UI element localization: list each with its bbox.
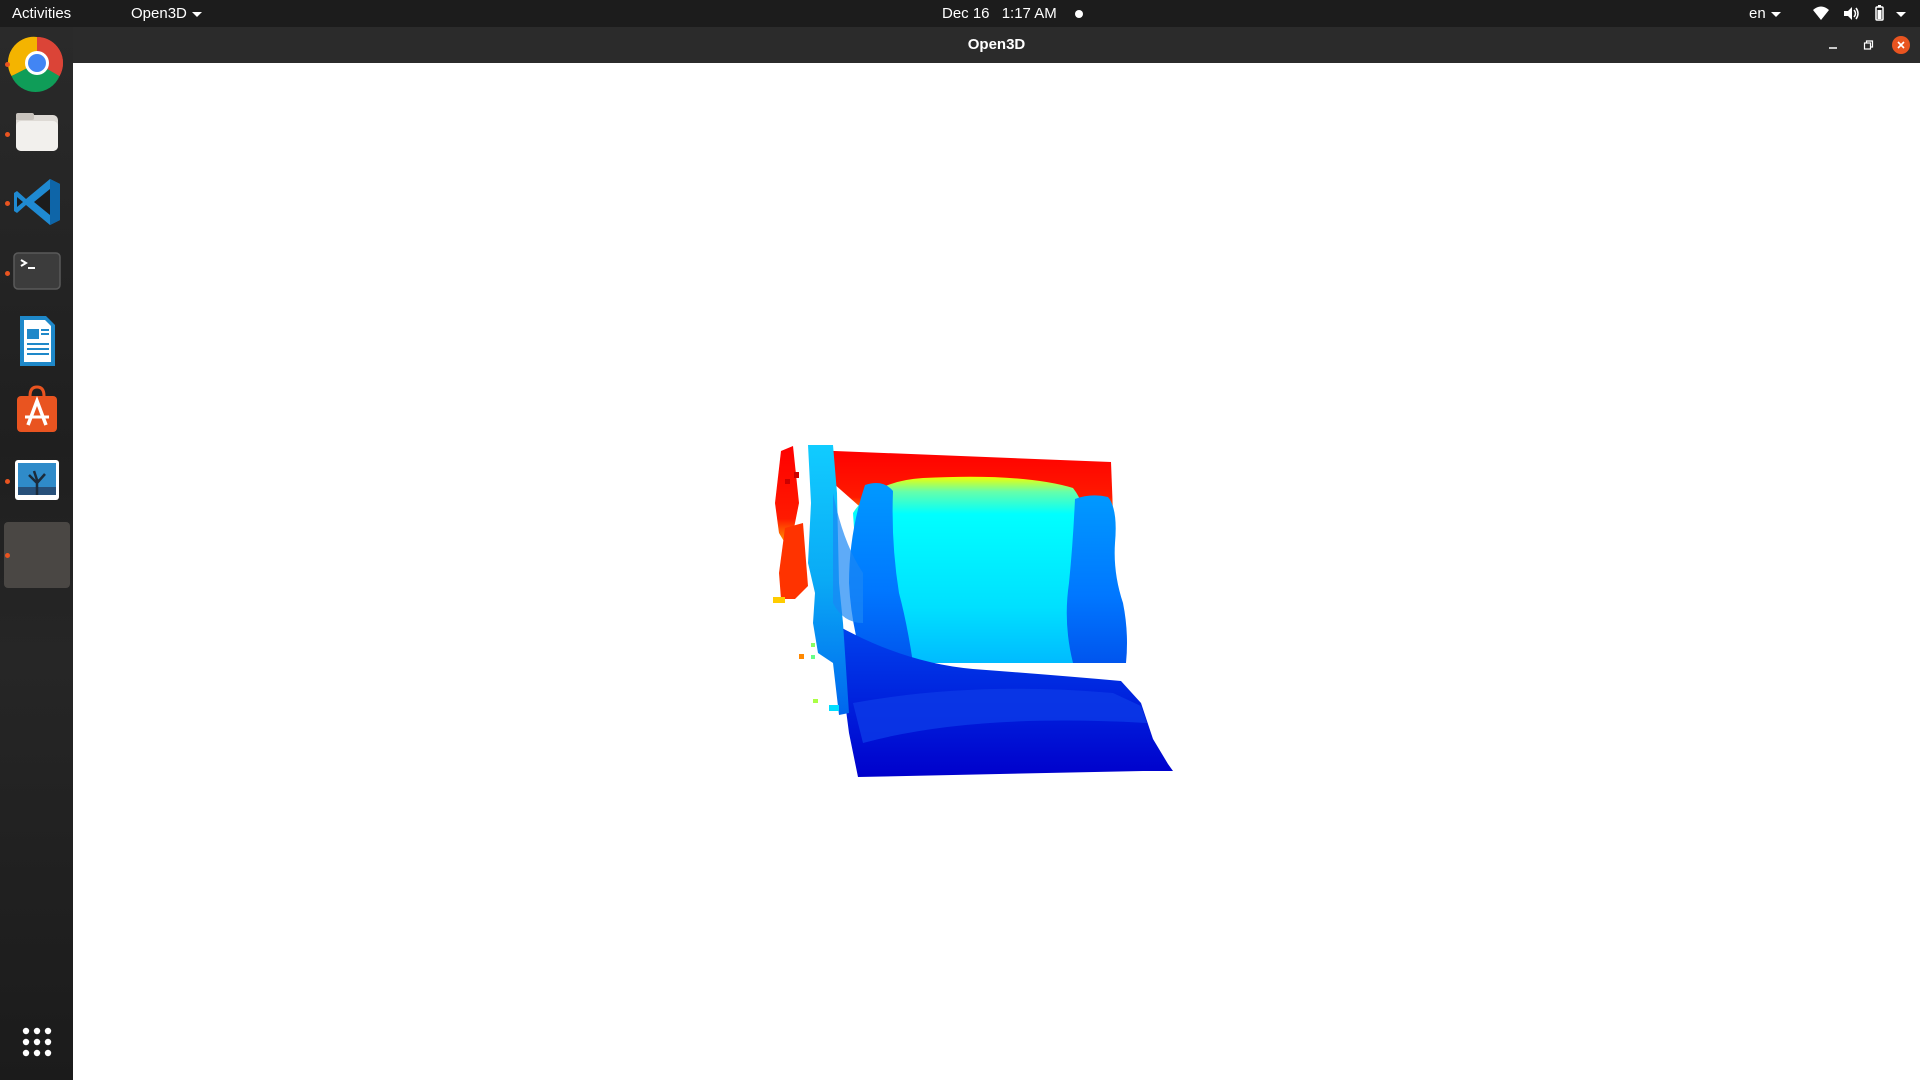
- terminal-icon: [13, 252, 61, 290]
- dock-item-terminal[interactable]: [4, 238, 70, 304]
- clock-button[interactable]: Dec 16 1:17 AM: [942, 0, 1083, 27]
- minimize-icon: [1829, 47, 1837, 49]
- running-indicator: [5, 62, 10, 67]
- system-menu-button[interactable]: [1812, 0, 1906, 27]
- files-icon: [16, 113, 58, 151]
- dock: [0, 27, 73, 1080]
- show-applications-button[interactable]: [4, 1009, 70, 1075]
- dock-item-chrome[interactable]: [4, 30, 70, 96]
- chevron-down-icon: [1895, 11, 1906, 17]
- notification-dot-icon: [1074, 10, 1083, 19]
- app-menu-label: Open3D: [131, 5, 187, 22]
- chrome-icon: [7, 36, 63, 92]
- writer-icon: [20, 316, 55, 366]
- running-indicator: [5, 479, 10, 484]
- battery-icon: [1875, 5, 1885, 21]
- restore-icon: [1863, 40, 1874, 50]
- dock-item-image-viewer[interactable]: [4, 447, 70, 513]
- volume-icon: [1844, 7, 1859, 20]
- app-menu-button[interactable]: Open3D: [131, 0, 202, 27]
- dock-item-open3d[interactable]: [4, 522, 70, 588]
- language-label: en: [1749, 5, 1766, 22]
- top-bar: Activities Open3D Dec 16 1:17 AM en: [0, 0, 1920, 27]
- close-icon: [1892, 36, 1910, 54]
- activities-button[interactable]: Activities: [12, 0, 71, 27]
- dock-item-files[interactable]: [4, 99, 70, 165]
- chevron-down-icon: [191, 11, 202, 17]
- running-indicator: [5, 132, 10, 137]
- vscode-icon: [14, 179, 60, 225]
- language-button[interactable]: en: [1749, 0, 1781, 27]
- point-cloud[interactable]: [73, 63, 1920, 1080]
- running-indicator: [5, 271, 10, 276]
- dock-item-software-store[interactable]: [4, 377, 70, 443]
- restore-button[interactable]: [1859, 36, 1877, 54]
- software-store-icon: [17, 385, 57, 432]
- minimize-button[interactable]: [1824, 36, 1842, 54]
- date-label: Dec 16: [942, 5, 990, 22]
- dock-item-writer[interactable]: [4, 308, 70, 374]
- chevron-down-icon: [1770, 11, 1781, 17]
- image-viewer-icon: [15, 460, 59, 500]
- dock-item-vscode[interactable]: [4, 169, 70, 235]
- grid-icon: [22, 1027, 52, 1057]
- running-indicator: [5, 553, 10, 558]
- window-titlebar[interactable]: Open3D: [73, 27, 1920, 63]
- running-indicator: [5, 201, 10, 206]
- wifi-icon: [1813, 6, 1829, 20]
- time-label: 1:17 AM: [1001, 5, 1057, 22]
- depth-render: [773, 445, 1173, 777]
- open3d-viewport[interactable]: [73, 63, 1920, 1080]
- close-button[interactable]: [1892, 36, 1910, 54]
- window-title: Open3D: [967, 36, 1026, 53]
